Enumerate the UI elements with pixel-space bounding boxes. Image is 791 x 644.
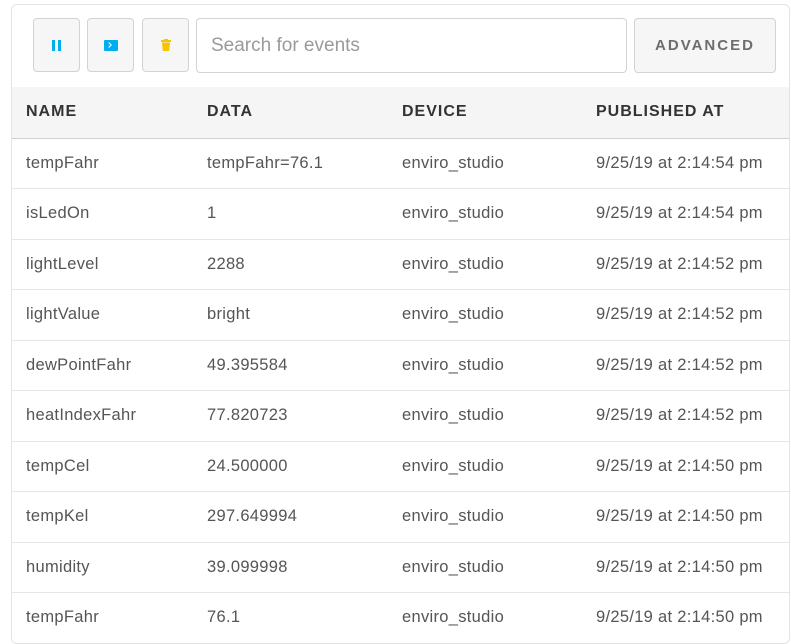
event-device: enviro_studio <box>402 355 505 374</box>
clear-events-button[interactable] <box>142 18 189 72</box>
table-row[interactable]: humidity 39.099998 enviro_studio 9/25/19… <box>12 542 789 593</box>
event-published-at: 9/25/19 at 2:14:50 pm <box>596 456 763 475</box>
event-data: 49.395584 <box>207 355 288 374</box>
event-name: humidity <box>26 557 90 576</box>
event-published-at: 9/25/19 at 2:14:52 pm <box>596 254 763 273</box>
console-button[interactable] <box>87 18 134 72</box>
event-published-at: 9/25/19 at 2:14:52 pm <box>596 355 763 374</box>
event-data: 76.1 <box>207 608 241 627</box>
table-row[interactable]: tempCel 24.500000 enviro_studio 9/25/19 … <box>12 441 789 492</box>
search-events-input[interactable] <box>196 18 627 73</box>
events-table: NAME DATA DEVICE PUBLISHED AT tempFahr t… <box>12 87 789 643</box>
event-device: enviro_studio <box>402 153 505 172</box>
table-header-row: NAME DATA DEVICE PUBLISHED AT <box>12 87 789 138</box>
event-data: 297.649994 <box>207 507 298 526</box>
event-data: 1 <box>207 204 217 223</box>
events-toolbar: ADVANCED <box>12 5 789 87</box>
table-row[interactable]: heatIndexFahr 77.820723 enviro_studio 9/… <box>12 391 789 441</box>
column-header-device[interactable]: DEVICE <box>388 87 582 138</box>
event-device: enviro_studio <box>402 507 505 526</box>
event-name: lightLevel <box>26 254 99 273</box>
event-device: enviro_studio <box>402 557 505 576</box>
event-data: 24.500000 <box>207 456 288 475</box>
column-header-published-at[interactable]: PUBLISHED AT <box>582 87 789 138</box>
advanced-button[interactable]: ADVANCED <box>634 18 776 73</box>
event-published-at: 9/25/19 at 2:14:52 pm <box>596 305 763 324</box>
event-data: 39.099998 <box>207 557 288 576</box>
terminal-icon <box>103 39 118 51</box>
event-name: lightValue <box>26 305 101 324</box>
table-row[interactable]: tempFahr 76.1 enviro_studio 9/25/19 at 2… <box>12 593 789 643</box>
trash-icon <box>160 39 171 51</box>
event-published-at: 9/25/19 at 2:14:50 pm <box>596 507 763 526</box>
event-name: isLedOn <box>26 204 90 223</box>
event-published-at: 9/25/19 at 2:14:54 pm <box>596 153 763 172</box>
event-published-at: 9/25/19 at 2:14:50 pm <box>596 557 763 576</box>
event-device: enviro_studio <box>402 204 505 223</box>
table-row[interactable]: isLedOn 1 enviro_studio 9/25/19 at 2:14:… <box>12 189 789 239</box>
table-row[interactable]: tempFahr tempFahr=76.1 enviro_studio 9/2… <box>12 138 789 189</box>
event-name: heatIndexFahr <box>26 406 137 425</box>
table-row[interactable]: lightLevel 2288 enviro_studio 9/25/19 at… <box>12 239 789 290</box>
event-data: 77.820723 <box>207 406 288 425</box>
column-header-name[interactable]: NAME <box>12 87 193 138</box>
event-name: dewPointFahr <box>26 355 132 374</box>
event-device: enviro_studio <box>402 305 505 324</box>
event-data: bright <box>207 305 251 324</box>
event-device: enviro_studio <box>402 456 505 475</box>
event-published-at: 9/25/19 at 2:14:54 pm <box>596 204 763 223</box>
pause-icon <box>52 39 61 51</box>
column-header-data[interactable]: DATA <box>193 87 388 138</box>
event-published-at: 9/25/19 at 2:14:50 pm <box>596 608 763 627</box>
event-name: tempCel <box>26 456 90 475</box>
event-data: tempFahr=76.1 <box>207 153 324 172</box>
table-row[interactable]: dewPointFahr 49.395584 enviro_studio 9/2… <box>12 340 789 391</box>
event-name: tempKel <box>26 507 89 526</box>
pause-button[interactable] <box>33 18 80 72</box>
table-row[interactable]: lightValue bright enviro_studio 9/25/19 … <box>12 290 789 340</box>
event-device: enviro_studio <box>402 254 505 273</box>
event-data: 2288 <box>207 254 245 273</box>
event-device: enviro_studio <box>402 406 505 425</box>
table-row[interactable]: tempKel 297.649994 enviro_studio 9/25/19… <box>12 492 789 542</box>
events-panel: ADVANCED NAME DATA DEVICE PUBLISHED AT t… <box>11 4 790 644</box>
event-published-at: 9/25/19 at 2:14:52 pm <box>596 406 763 425</box>
event-name: tempFahr <box>26 153 100 172</box>
event-name: tempFahr <box>26 608 100 627</box>
event-device: enviro_studio <box>402 608 505 627</box>
